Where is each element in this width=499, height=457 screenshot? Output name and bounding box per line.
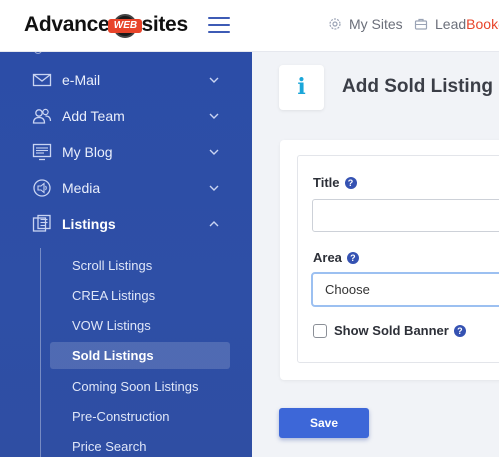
chevron-up-icon <box>209 221 219 227</box>
sidebar-item-label: Media <box>62 180 101 196</box>
logo-text-right: sites <box>141 13 188 36</box>
submenu-rail <box>40 248 41 457</box>
sidebar-item-add-team[interactable]: Add Team <box>0 98 252 134</box>
hamburger-menu-icon[interactable] <box>208 17 230 33</box>
sidebar-scrolled-item-stub <box>34 52 42 54</box>
area-select[interactable]: Choose <box>311 272 499 307</box>
sidebar-item-listings[interactable]: Listings <box>0 206 252 242</box>
blog-icon <box>32 143 52 161</box>
sidebar-item-label: My Blog <box>62 144 113 160</box>
area-field-label: Area ? <box>313 250 359 265</box>
sites-gear-icon <box>329 18 341 30</box>
leadbooker-link[interactable]: LeadBooker <box>414 16 499 32</box>
leadbooker-label-part1: Lead <box>435 16 467 32</box>
title-input[interactable] <box>312 199 499 232</box>
help-icon[interactable]: ? <box>453 324 466 337</box>
globe-icon: WEB <box>108 10 143 40</box>
submenu-item-crea-listings[interactable]: CREA Listings <box>50 282 230 309</box>
area-label-text: Area <box>313 250 342 265</box>
help-icon[interactable]: ? <box>346 251 359 264</box>
submenu-item-label: VOW Listings <box>72 318 151 333</box>
page-icon-box: i <box>279 65 324 110</box>
my-sites-label: My Sites <box>349 16 403 32</box>
title-label-text: Title <box>313 175 340 190</box>
submenu-item-scroll-listings[interactable]: Scroll Listings <box>50 252 230 279</box>
briefcase-icon <box>414 18 428 30</box>
sidebar-item-label: e-Mail <box>62 72 101 88</box>
area-select-value: Choose <box>325 282 370 297</box>
save-button[interactable]: Save <box>279 408 369 438</box>
submenu-item-coming-soon-listings[interactable]: Coming Soon Listings <box>50 373 230 400</box>
page-title: Add Sold Listing <box>342 76 493 97</box>
chevron-down-icon <box>209 149 219 155</box>
submenu-item-price-search[interactable]: Price Search <box>50 433 230 457</box>
show-sold-banner-text: Show Sold Banner <box>334 323 449 338</box>
submenu-item-label: Price Search <box>72 439 147 454</box>
listings-icon <box>32 214 51 232</box>
sidebar-item-label: Listings <box>62 216 116 232</box>
sidebar-item-my-blog[interactable]: My Blog <box>0 134 252 170</box>
users-icon <box>32 108 52 124</box>
sidebar-item-media[interactable]: Media <box>0 170 252 206</box>
my-sites-link[interactable]: My Sites <box>328 16 403 32</box>
info-icon: i <box>297 74 306 100</box>
show-sold-banner-label[interactable]: Show Sold Banner ? <box>334 323 466 338</box>
help-icon[interactable]: ? <box>344 176 357 189</box>
submenu-item-sold-listings[interactable]: Sold Listings <box>50 342 230 369</box>
top-header: Advance WEB sites My Sites LeadBooker <box>0 0 499 52</box>
submenu-item-pre-construction[interactable]: Pre-Construction <box>50 403 230 430</box>
envelope-icon <box>32 73 52 87</box>
leadbooker-label-part2: Booker <box>466 16 499 32</box>
sidebar: e-Mail Add Team My Blog Media Listings S… <box>0 52 252 457</box>
logo-text-left: Advance <box>24 13 110 36</box>
sidebar-item-email[interactable]: e-Mail <box>0 62 252 98</box>
submenu-item-label: Sold Listings <box>72 348 154 363</box>
submenu-item-label: Scroll Listings <box>72 258 153 273</box>
media-icon <box>33 179 51 197</box>
submenu-item-vow-listings[interactable]: VOW Listings <box>50 312 230 339</box>
submenu-item-label: Pre-Construction <box>72 409 170 424</box>
chevron-down-icon <box>209 113 219 119</box>
chevron-down-icon <box>209 77 219 83</box>
submenu-item-label: CREA Listings <box>72 288 156 303</box>
sidebar-item-label: Add Team <box>62 108 125 124</box>
chevron-down-icon <box>209 185 219 191</box>
advancewebsites-logo[interactable]: Advance WEB sites <box>24 9 188 41</box>
show-sold-banner-checkbox[interactable] <box>313 324 327 338</box>
title-field-label: Title ? <box>313 175 357 190</box>
submenu-item-label: Coming Soon Listings <box>72 379 199 394</box>
logo-badge: WEB <box>108 19 143 33</box>
